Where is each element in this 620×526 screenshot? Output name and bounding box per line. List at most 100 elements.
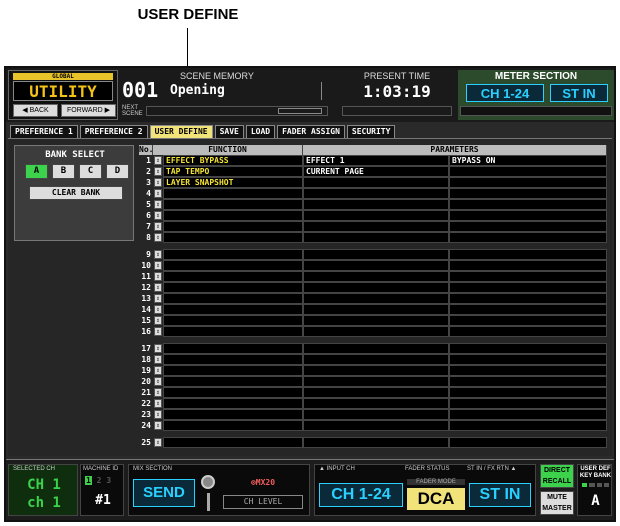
parameter-1-cell[interactable]: EFFECT 1	[303, 155, 449, 166]
tab-preference-2[interactable]: PREFERENCE 2	[79, 125, 148, 138]
updown-icon[interactable]: ⇕	[154, 366, 162, 375]
tab-preference-1[interactable]: PREFERENCE 1	[10, 125, 78, 138]
mute-master-button[interactable]: MUTE MASTER	[540, 491, 574, 515]
parameter-2-cell[interactable]	[449, 232, 607, 243]
mix-send-button[interactable]: SEND	[133, 479, 195, 507]
updown-icon[interactable]: ⇕	[154, 355, 162, 364]
user-def-key-bank-box[interactable]: USER DEF KEY BANK A	[577, 464, 612, 516]
bank-c-button[interactable]: C	[79, 164, 102, 179]
st-in-button[interactable]: ST IN	[469, 483, 531, 507]
updown-icon[interactable]: ⇕	[154, 211, 162, 220]
updown-icon[interactable]: ⇕	[154, 344, 162, 353]
updown-icon[interactable]: ⇕	[154, 421, 162, 430]
function-cell[interactable]	[163, 210, 303, 221]
bank-a-button[interactable]: A	[25, 164, 48, 179]
updown-icon[interactable]: ⇕	[154, 377, 162, 386]
parameter-1-cell[interactable]	[303, 282, 449, 293]
parameter-2-cell[interactable]	[449, 199, 607, 210]
function-cell[interactable]	[163, 398, 303, 409]
parameter-1-cell[interactable]	[303, 420, 449, 431]
parameter-1-cell[interactable]	[303, 221, 449, 232]
parameter-2-cell[interactable]	[449, 376, 607, 387]
updown-icon[interactable]: ⇕	[154, 261, 162, 270]
forward-button[interactable]: FORWARD ▶	[61, 104, 116, 117]
function-cell[interactable]	[163, 221, 303, 232]
parameter-2-cell[interactable]	[449, 437, 607, 448]
parameter-2-cell[interactable]	[449, 387, 607, 398]
parameter-1-cell[interactable]	[303, 398, 449, 409]
updown-icon[interactable]: ⇕	[154, 327, 162, 336]
parameter-1-cell[interactable]: CURRENT PAGE	[303, 166, 449, 177]
function-cell[interactable]	[163, 271, 303, 282]
function-cell[interactable]	[163, 188, 303, 199]
updown-icon[interactable]: ⇕	[154, 178, 162, 187]
scene-name[interactable]: Opening	[170, 82, 322, 100]
function-cell[interactable]	[163, 326, 303, 337]
parameter-2-cell[interactable]	[449, 249, 607, 260]
function-cell[interactable]	[163, 420, 303, 431]
parameter-1-cell[interactable]	[303, 315, 449, 326]
updown-icon[interactable]: ⇕	[154, 388, 162, 397]
tab-security[interactable]: SECURITY	[346, 125, 396, 138]
function-cell[interactable]: LAYER SNAPSHOT	[163, 177, 303, 188]
parameter-2-cell[interactable]	[449, 409, 607, 420]
parameter-2-cell[interactable]	[449, 188, 607, 199]
direct-recall-button[interactable]: DIRECT RECALL	[540, 464, 574, 488]
bank-b-button[interactable]: B	[52, 164, 75, 179]
tab-save[interactable]: SAVE	[214, 125, 244, 138]
bank-d-button[interactable]: D	[106, 164, 129, 179]
parameter-1-cell[interactable]	[303, 343, 449, 354]
function-cell[interactable]: TAP TEMPO	[163, 166, 303, 177]
parameter-2-cell[interactable]	[449, 271, 607, 282]
function-cell[interactable]	[163, 282, 303, 293]
function-cell[interactable]	[163, 376, 303, 387]
parameter-2-cell[interactable]	[449, 343, 607, 354]
parameter-1-cell[interactable]	[303, 271, 449, 282]
parameter-2-cell[interactable]	[449, 420, 607, 431]
meter-ch-button[interactable]: CH 1-24	[466, 84, 544, 102]
updown-icon[interactable]: ⇕	[154, 250, 162, 259]
parameter-1-cell[interactable]	[303, 326, 449, 337]
updown-icon[interactable]: ⇕	[154, 233, 162, 242]
parameter-2-cell[interactable]	[449, 304, 607, 315]
updown-icon[interactable]: ⇕	[154, 316, 162, 325]
parameter-2-cell[interactable]	[449, 221, 607, 232]
parameter-2-cell[interactable]	[449, 210, 607, 221]
parameter-2-cell[interactable]	[449, 365, 607, 376]
meter-st-in-button[interactable]: ST IN	[550, 84, 608, 102]
selected-ch-box[interactable]: SELECTED CH CH 1 ch 1	[8, 464, 78, 516]
parameter-2-cell[interactable]	[449, 293, 607, 304]
function-cell[interactable]	[163, 249, 303, 260]
tab-fader-assign[interactable]: FADER ASSIGN	[277, 125, 345, 138]
parameter-1-cell[interactable]	[303, 354, 449, 365]
function-cell[interactable]	[163, 437, 303, 448]
parameter-2-cell[interactable]	[449, 326, 607, 337]
parameter-2-cell[interactable]: BYPASS ON	[449, 155, 607, 166]
function-cell[interactable]	[163, 343, 303, 354]
module-name[interactable]: UTILITY	[13, 81, 113, 101]
parameter-1-cell[interactable]	[303, 249, 449, 260]
scene-number[interactable]: 001	[122, 78, 158, 102]
parameter-2-cell[interactable]	[449, 166, 607, 177]
parameter-1-cell[interactable]	[303, 304, 449, 315]
function-cell[interactable]	[163, 409, 303, 420]
ch-level-button[interactable]: CH LEVEL	[223, 495, 303, 509]
parameter-1-cell[interactable]	[303, 232, 449, 243]
updown-icon[interactable]: ⇕	[154, 272, 162, 281]
parameter-1-cell[interactable]	[303, 293, 449, 304]
updown-icon[interactable]: ⇕	[154, 200, 162, 209]
parameter-1-cell[interactable]	[303, 188, 449, 199]
updown-icon[interactable]: ⇕	[154, 189, 162, 198]
tab-load[interactable]: LOAD	[245, 125, 276, 138]
parameter-1-cell[interactable]	[303, 177, 449, 188]
updown-icon[interactable]: ⇕	[154, 294, 162, 303]
parameter-1-cell[interactable]	[303, 210, 449, 221]
function-cell[interactable]	[163, 387, 303, 398]
parameter-1-cell[interactable]	[303, 376, 449, 387]
parameter-1-cell[interactable]	[303, 437, 449, 448]
tab-user-define[interactable]: USER DEFINE	[149, 125, 213, 138]
updown-icon[interactable]: ⇕	[154, 305, 162, 314]
updown-icon[interactable]: ⇕	[154, 283, 162, 292]
updown-icon[interactable]: ⇕	[154, 438, 162, 447]
parameter-2-cell[interactable]	[449, 315, 607, 326]
